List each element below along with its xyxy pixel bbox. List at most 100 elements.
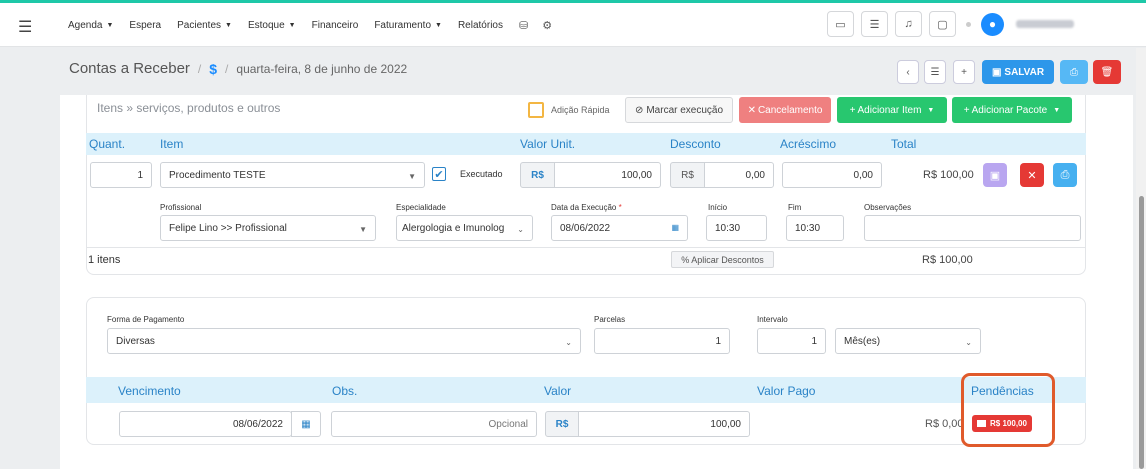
items-footer-divider	[86, 247, 1086, 248]
percent-icon: %	[681, 254, 690, 265]
col-total: Total	[891, 137, 917, 151]
installments-input[interactable]: 1	[594, 328, 730, 354]
chevron-down-icon: ⌄	[565, 338, 572, 347]
user-name-blurred	[1016, 20, 1074, 28]
cancel-button[interactable]: ✕ Cancelamento	[739, 97, 831, 123]
gear-icon[interactable]: ⚙	[542, 19, 552, 32]
nav-pacientes[interactable]: Pacientes ▼	[177, 20, 232, 31]
nav-label: Financeiro	[311, 19, 359, 31]
payment-method-label: Forma de Pagamento	[107, 315, 185, 324]
professional-select[interactable]: Felipe Lino >> Profissional ▼	[160, 215, 376, 241]
user-avatar-icon[interactable]: ●	[981, 12, 1004, 36]
nav-relatorios[interactable]: Relatórios	[458, 20, 503, 31]
unit-value-input[interactable]: 100,00	[554, 162, 661, 188]
nav-label: Agenda	[68, 19, 103, 31]
specialty-label: Especialidade	[396, 203, 446, 212]
scrollbar-thumb[interactable]	[1139, 196, 1144, 469]
add-package-label: Adicionar Pacote	[971, 104, 1048, 116]
exec-date-label-text: Data da Execução	[551, 203, 617, 212]
caret-down-icon: ▼	[435, 21, 442, 29]
chevron-down-icon: ⌄	[517, 225, 524, 234]
discount-input[interactable]: 0,00	[704, 162, 774, 188]
nav-faturamento[interactable]: Faturamento ▼	[374, 20, 442, 31]
payment-method-select[interactable]: Diversas ⌄	[107, 328, 581, 354]
executed-checkbox[interactable]: ✔	[432, 167, 446, 181]
add-item-button[interactable]: + Adicionar Item ▼	[837, 97, 947, 123]
increase-input[interactable]: 0,00	[782, 162, 882, 188]
quick-add-checkbox[interactable]	[528, 102, 544, 118]
delete-button[interactable]: 🗑	[1093, 60, 1121, 84]
specialty-select[interactable]: Alergologia e Imunolog ⌄	[396, 215, 533, 241]
col-increase: Acréscimo	[780, 137, 837, 151]
quantity-input[interactable]: 1	[90, 162, 152, 188]
col-quant: Quant.	[89, 137, 126, 151]
add-item-label: Adicionar Item	[857, 104, 922, 116]
trash-icon: 🗑	[1100, 66, 1114, 78]
interval-label: Intervalo	[757, 315, 788, 324]
caret-down-icon: ▼	[927, 106, 935, 114]
calendar-icon[interactable]: ▦	[291, 411, 321, 437]
col-value: Valor	[544, 384, 572, 398]
mark-execution-label: Marcar execução	[646, 104, 724, 116]
notes-input[interactable]	[864, 215, 1081, 241]
interval-unit-select[interactable]: Mês(es) ⌄	[835, 328, 981, 354]
plus-icon: +	[961, 66, 967, 78]
nav-label: Relatórios	[457, 19, 503, 31]
end-time-input[interactable]: 10:30	[786, 215, 844, 241]
caret-down-icon: ▼	[1053, 106, 1061, 114]
remove-item-button[interactable]: ✕	[1020, 163, 1044, 187]
col-obs: Obs.	[332, 384, 358, 398]
due-date-input[interactable]: 08/06/2022	[119, 411, 292, 437]
chat-icon[interactable]: ▢	[929, 11, 956, 37]
unit-currency-prefix: R$	[520, 162, 555, 188]
add-package-button[interactable]: + Adicionar Pacote ▼	[952, 97, 1072, 123]
print-icon: ⎙	[1070, 66, 1078, 78]
hamburger-menu-icon[interactable]: ☰	[18, 17, 32, 37]
start-time-input[interactable]: 10:30	[706, 215, 767, 241]
item-select[interactable]: Procedimento TESTE ▼	[160, 162, 425, 188]
add-button[interactable]: +	[953, 60, 975, 84]
required-asterisk: *	[618, 203, 622, 212]
check-circle-icon: ⊘	[634, 104, 644, 116]
inbox-icon[interactable]: ▭	[827, 11, 854, 37]
cancel-label: Cancelamento	[757, 104, 823, 116]
caret-down-icon: ▼	[106, 21, 114, 29]
items-table-header	[86, 133, 1086, 155]
briefcase-icon: ▣	[989, 169, 1001, 182]
task-list-icon[interactable]: ☰	[861, 11, 888, 37]
caret-down-icon: ▼	[288, 21, 296, 29]
nav-espera[interactable]: Espera	[129, 20, 161, 31]
dollar-icon: $	[209, 60, 218, 77]
installments-label: Parcelas	[594, 315, 626, 324]
item-package-button[interactable]: ▣	[983, 163, 1007, 187]
items-title: Itens » serviços, produtos e outros	[97, 101, 281, 115]
back-button[interactable]: ‹	[897, 60, 919, 84]
print-item-button[interactable]: ⎙	[1053, 163, 1077, 187]
close-icon: ✕	[747, 104, 756, 116]
list-button[interactable]: ☰	[924, 60, 946, 84]
caret-down-icon: ▼	[359, 225, 367, 234]
nav-estoque[interactable]: Estoque ▼	[248, 20, 296, 31]
save-icon: ▣	[991, 66, 1002, 78]
bell-icon[interactable]: ♫	[895, 11, 922, 37]
items-sum-total: R$ 100,00	[922, 254, 973, 266]
nav-agenda[interactable]: Agenda ▼	[68, 20, 113, 31]
close-icon: ✕	[1027, 169, 1037, 182]
plus-icon: +	[963, 104, 970, 116]
interval-input[interactable]: 1	[757, 328, 826, 354]
chevron-left-icon: ‹	[906, 66, 910, 78]
mark-execution-button[interactable]: ⊘ Marcar execução	[625, 97, 733, 123]
caret-down-icon: ▼	[408, 172, 416, 181]
print-button[interactable]: ⎙	[1060, 60, 1088, 84]
apply-discounts-button[interactable]: % Aplicar Descontos	[671, 251, 774, 268]
exec-date-input[interactable]: 08/06/2022 ▦	[551, 215, 688, 241]
start-label: Início	[708, 203, 728, 212]
save-button[interactable]: ▣ SALVAR	[982, 60, 1054, 84]
obs-input[interactable]: Opcional	[331, 411, 537, 437]
item-select-value: Procedimento TESTE	[169, 169, 266, 181]
value-input[interactable]: 100,00	[578, 411, 750, 437]
database-icon[interactable]: ⛁	[519, 19, 528, 32]
nav-financeiro[interactable]: Financeiro	[312, 20, 359, 31]
chevron-down-icon: ⌄	[965, 338, 972, 347]
header-actions: ▭ ☰ ♫ ▢ ●	[827, 11, 1074, 37]
